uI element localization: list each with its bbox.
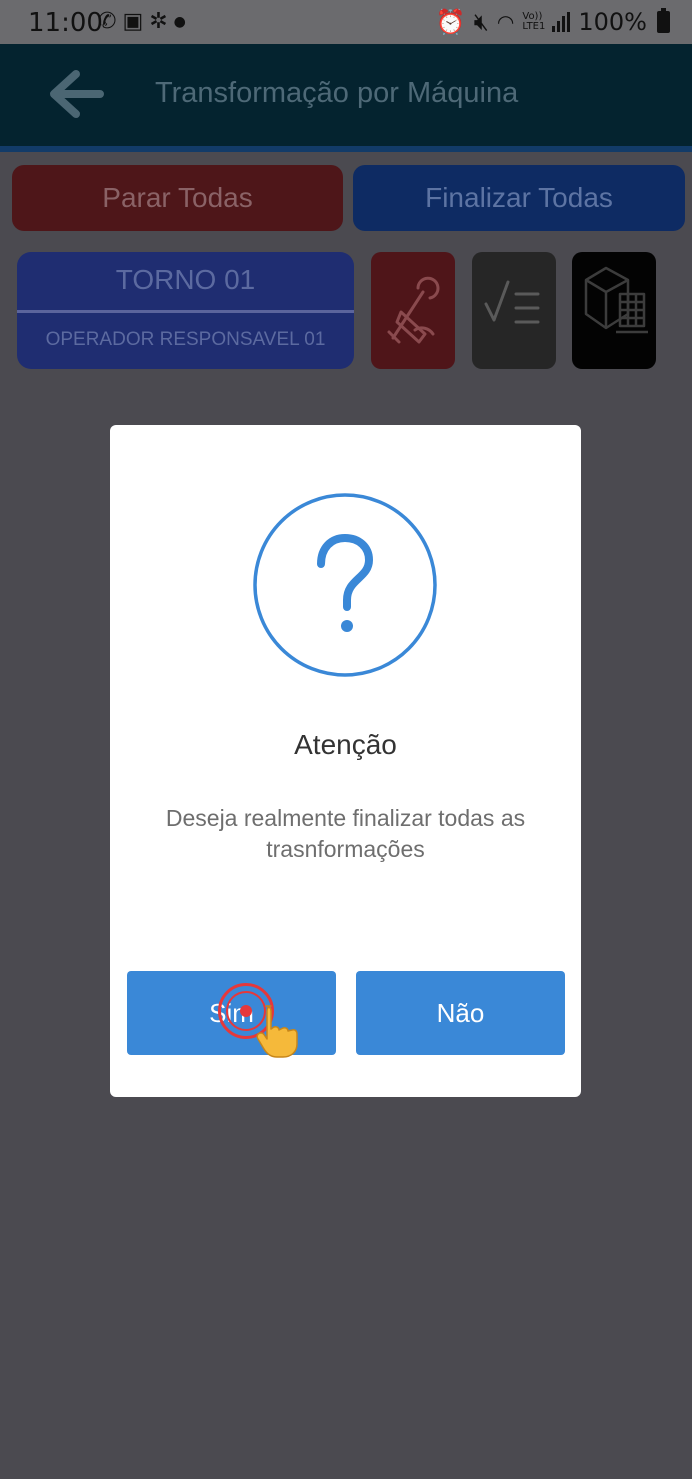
status-left-icons: ✆ ▣ ✲ ●	[98, 9, 186, 35]
confirm-dialog: Atenção Deseja realmente finalizar todas…	[110, 425, 581, 1097]
dialog-message: Deseja realmente finalizar todas as tras…	[165, 805, 526, 862]
tools-tile-button[interactable]	[371, 252, 455, 369]
back-arrow-icon[interactable]	[46, 66, 106, 122]
question-icon	[253, 493, 437, 677]
dialog-title: Atenção	[294, 729, 397, 760]
machine-card[interactable]: TORNO 01 OPERADOR RESPONSAVEL 01	[17, 252, 354, 369]
battery-percent: 100%	[578, 8, 647, 36]
dot-icon: ●	[173, 14, 186, 30]
status-bar: 11:00 ✆ ▣ ✲ ● ⏰ 🔇︎ ◠ Vo)) LTE1 100%	[0, 0, 692, 44]
app-bar-divider	[0, 146, 692, 152]
machine-operator: OPERADOR RESPONSAVEL 01	[45, 329, 326, 350]
wifi-icon: ◠	[496, 10, 515, 34]
tools-icon	[387, 276, 440, 344]
stock-tile-button[interactable]	[572, 252, 656, 369]
tap-indicator-dot	[240, 1005, 252, 1017]
mute-icon: 🔇︎	[473, 8, 489, 36]
page-title: Transformação por Máquina	[155, 77, 519, 109]
machine-name: TORNO 01	[115, 264, 256, 295]
stop-all-button[interactable]: Parar Todas	[12, 165, 343, 231]
finish-all-button[interactable]: Finalizar Todas	[353, 165, 685, 231]
status-right-icons: ⏰ 🔇︎ ◠ Vo)) LTE1 100%	[436, 8, 670, 36]
confirm-no-button[interactable]: Não	[356, 971, 565, 1055]
checklist-icon	[484, 280, 540, 324]
battery-icon	[657, 8, 670, 33]
fan-icon: ✲	[149, 9, 168, 34]
network-label: Vo)) LTE1	[522, 11, 546, 32]
stock-box-icon	[584, 266, 648, 334]
status-time: 11:00	[28, 8, 103, 38]
alarm-icon: ⏰	[435, 8, 466, 36]
checklist-tile-button[interactable]	[472, 252, 556, 369]
whatsapp-icon: ✆	[98, 9, 117, 34]
pointer-hand-icon	[256, 1005, 298, 1058]
machine-card-divider	[17, 310, 354, 313]
signal-icon	[552, 12, 571, 32]
cast-icon: ▣	[122, 9, 144, 34]
